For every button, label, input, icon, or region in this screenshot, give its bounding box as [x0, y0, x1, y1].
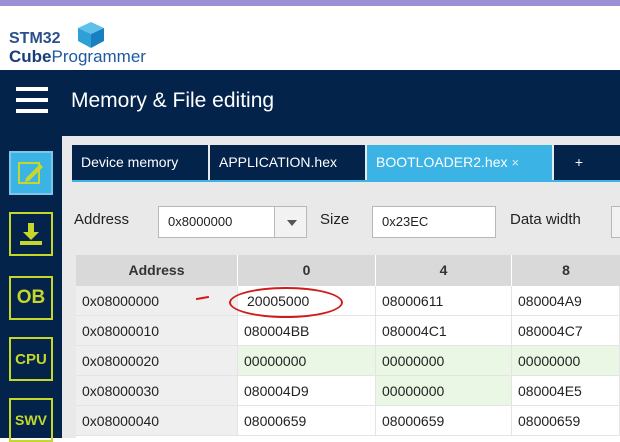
column-header-8[interactable]: 8: [512, 255, 620, 286]
address-input[interactable]: 0x8000000: [158, 206, 275, 238]
annotation-circle: [229, 287, 343, 318]
address-cell: 0x08000010: [76, 316, 238, 346]
address-dropdown-button[interactable]: [274, 206, 307, 238]
table-row[interactable]: 0x08000010 080004BB 080004C1 080004C7: [76, 316, 620, 346]
logo-cubeprogrammer: CubeProgrammer: [9, 47, 146, 66]
app-logo: STM32 CubeProgrammer: [0, 6, 620, 70]
tab-device-memory[interactable]: Device memory: [72, 145, 210, 180]
pencil-icon: [18, 162, 43, 184]
tab-bootloader2-hex[interactable]: BOOTLOADER2.hex ×: [367, 145, 554, 180]
data-cell[interactable]: 08000611: [376, 286, 512, 316]
sidebar-item-cpu[interactable]: CPU: [9, 337, 53, 381]
size-input[interactable]: 0x23EC: [372, 206, 496, 238]
data-cell[interactable]: 00000000: [376, 376, 512, 406]
logo-stm32: STM32: [9, 30, 61, 47]
address-cell: 0x08000030: [76, 376, 238, 406]
size-label: Size: [320, 211, 350, 228]
address-cell: 0x08000000: [76, 286, 238, 316]
download-icon: [20, 223, 42, 245]
data-width-label: Data width: [510, 211, 581, 228]
table-row[interactable]: 0x08000040 08000659 08000659 08000659: [76, 406, 620, 436]
address-cell: 0x08000020: [76, 346, 238, 376]
tab-application-hex[interactable]: APPLICATION.hex: [210, 145, 367, 180]
table-row[interactable]: 0x08000030 080004D9 00000000 080004E5: [76, 376, 620, 406]
column-header-4[interactable]: 4: [376, 255, 512, 286]
menu-icon[interactable]: [16, 87, 48, 113]
data-cell[interactable]: 080004D9: [238, 376, 376, 406]
data-cell[interactable]: 08000659: [512, 406, 620, 436]
page-title: Memory & File editing: [71, 89, 275, 112]
data-cell[interactable]: 080004C7: [512, 316, 620, 346]
data-cell[interactable]: 080004C1: [376, 316, 512, 346]
sidebar-item-ob[interactable]: OB: [9, 276, 53, 320]
table-row[interactable]: 0x08000000 20005000 08000611 080004A9: [76, 286, 620, 316]
data-cell[interactable]: 00000000: [376, 346, 512, 376]
data-cell[interactable]: 080004A9: [512, 286, 620, 316]
data-cell[interactable]: 080004E5: [512, 376, 620, 406]
data-cell[interactable]: 080004BB: [238, 316, 376, 346]
close-icon[interactable]: ×: [512, 155, 520, 170]
table-row[interactable]: 0x08000020 00000000 00000000 00000000: [76, 346, 620, 376]
column-header-0[interactable]: 0: [238, 255, 376, 286]
add-tab-button[interactable]: +: [554, 145, 604, 180]
address-label: Address: [74, 211, 130, 228]
data-cell[interactable]: 08000659: [238, 406, 376, 436]
data-cell[interactable]: 08000659: [376, 406, 512, 436]
sidebar-item-swv[interactable]: SWV: [9, 398, 53, 442]
tab-underline: [72, 180, 620, 182]
data-cell[interactable]: 00000000: [238, 346, 376, 376]
address-cell: 0x08000040: [76, 406, 238, 436]
data-width-select[interactable]: [611, 206, 620, 238]
column-header-address[interactable]: Address: [76, 255, 238, 286]
data-cell[interactable]: 00000000: [512, 346, 620, 376]
sidebar-item-download[interactable]: [9, 212, 53, 256]
cube-icon: [78, 22, 104, 48]
sidebar-item-memory-editing[interactable]: [9, 151, 53, 195]
